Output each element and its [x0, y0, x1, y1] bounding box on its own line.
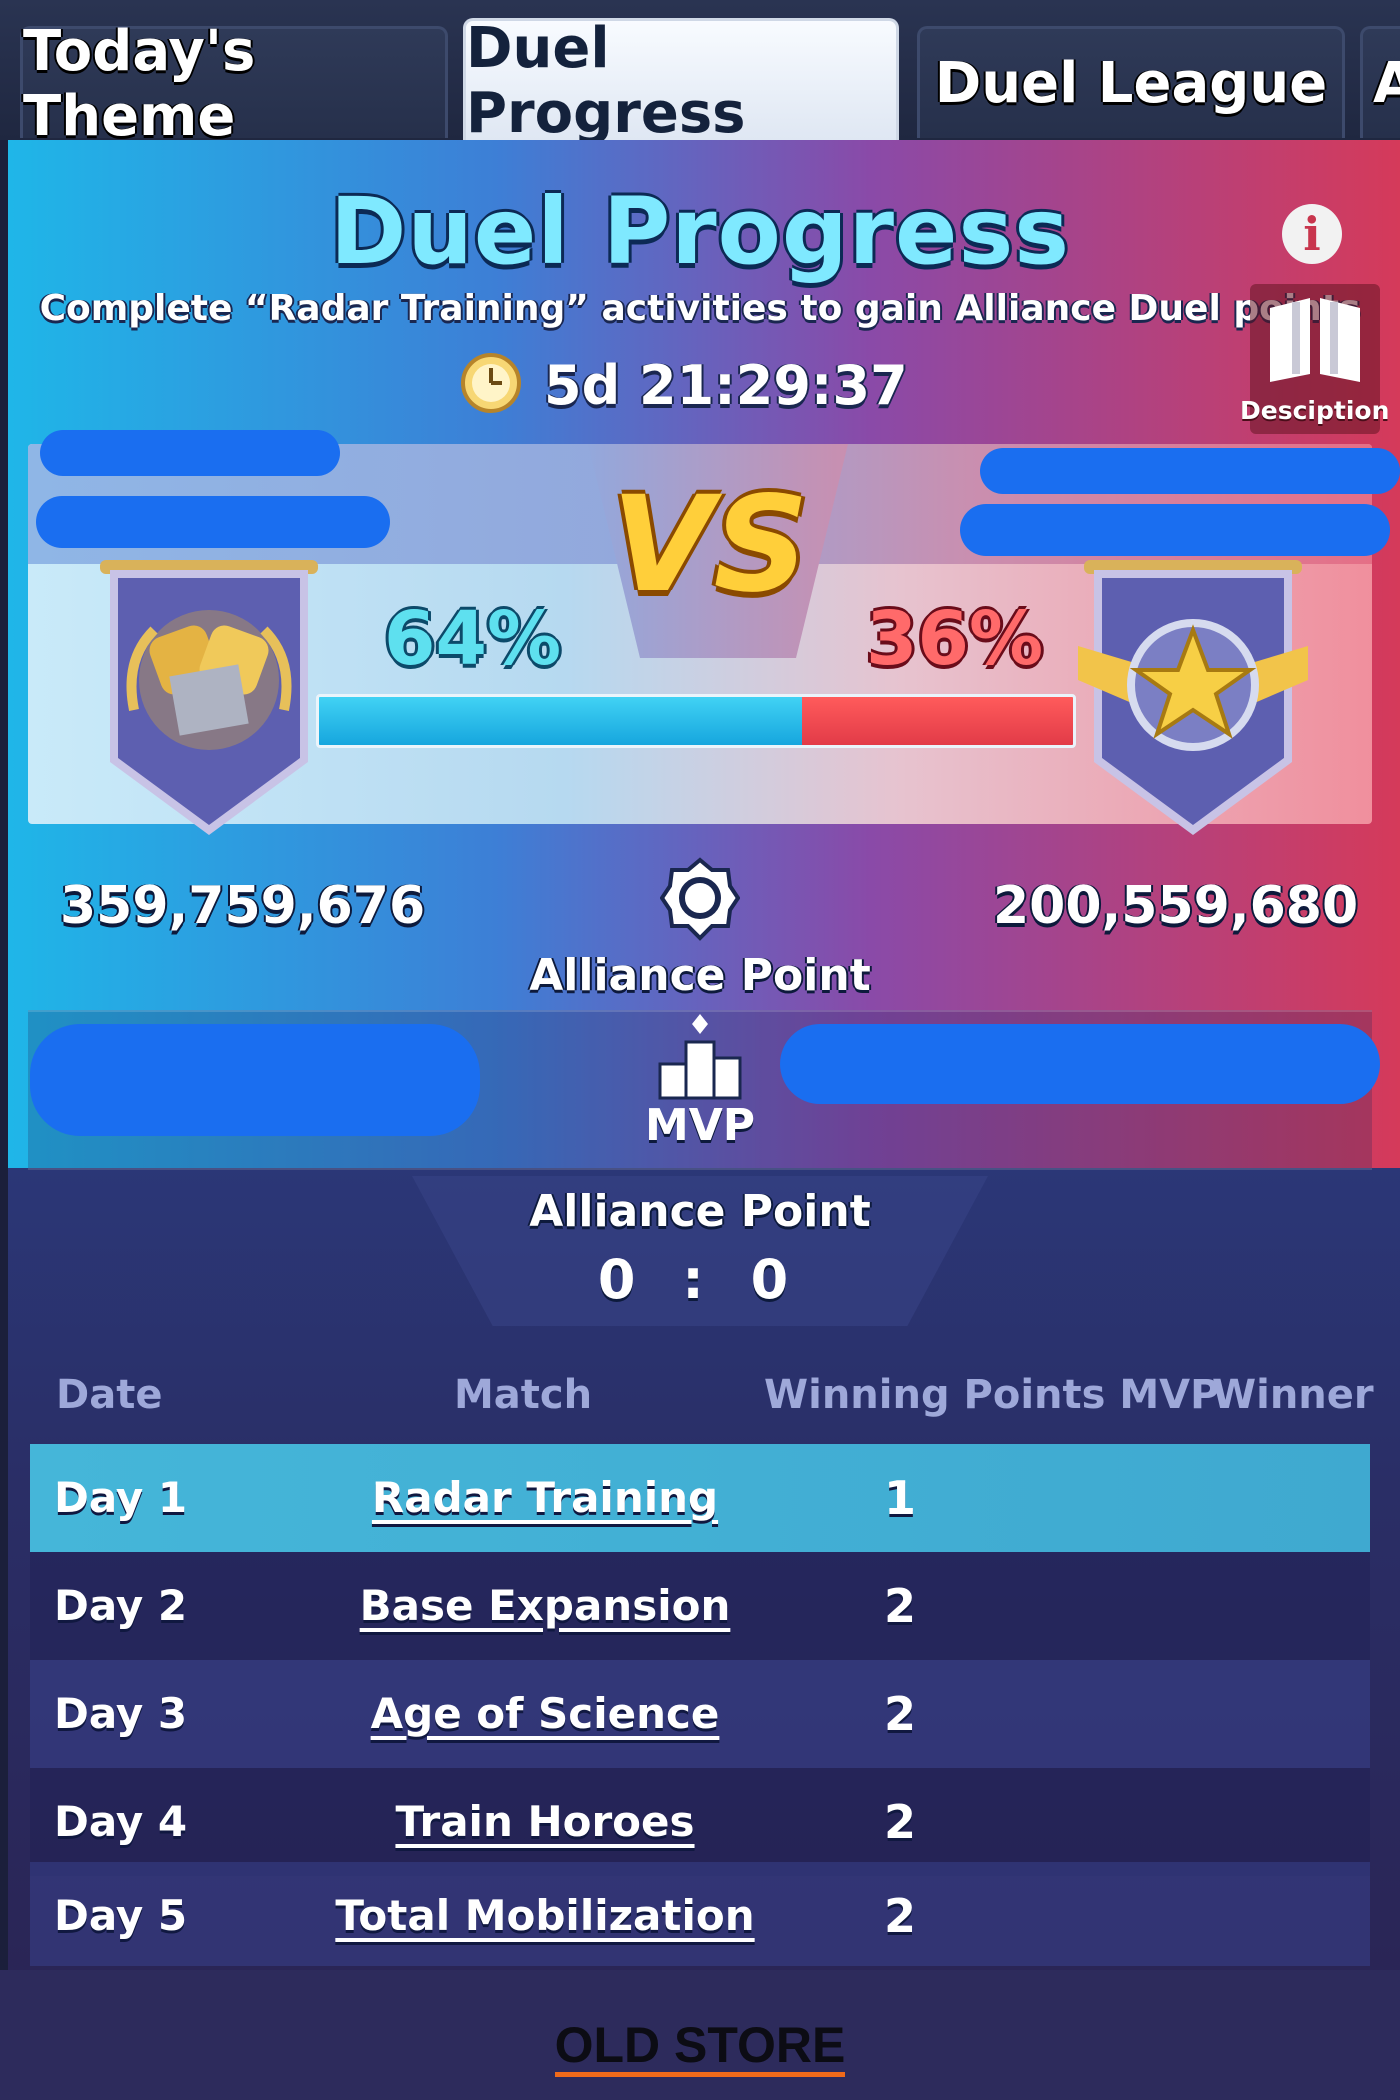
row-date: Day 5	[54, 1891, 188, 1940]
old-store-underline	[555, 2072, 845, 2077]
row-match-link[interactable]: Base Expansion	[330, 1552, 760, 1660]
row-points: 2	[883, 1687, 916, 1741]
description-label[interactable]: Desciption	[1240, 396, 1389, 425]
score-label: Alliance Point	[529, 1186, 871, 1237]
row-date: Day 3	[54, 1689, 188, 1738]
left-percent: 64%	[384, 596, 562, 682]
table-row: Day 1 Radar Training 1	[30, 1444, 1370, 1552]
row-points: 2	[883, 1579, 916, 1633]
tab-duel-progress[interactable]: Duel Progress	[463, 16, 899, 146]
tab-bar: Today's Theme Duel Progress Duel League …	[0, 0, 1400, 158]
redacted-mvp-right	[780, 1024, 1380, 1104]
page-title: Duel Progress	[330, 178, 1070, 285]
podium-icon	[654, 1012, 746, 1106]
vs-label: VS	[611, 468, 809, 622]
row-match-link[interactable]: Total Mobilization	[330, 1862, 760, 1970]
progress-fill-right	[801, 697, 1073, 745]
row-match-link[interactable]: Age of Science	[330, 1660, 760, 1768]
right-points: 200,559,680	[993, 876, 1359, 936]
row-points: 1	[883, 1471, 916, 1525]
row-date: Day 1	[54, 1473, 188, 1522]
redacted-name-left	[40, 430, 340, 476]
header-winning-points-mvp: Winning Points MVP	[764, 1372, 1220, 1418]
countdown-timer: 5d 21:29:37	[460, 350, 908, 420]
score-value: 0 : 0	[597, 1248, 803, 1311]
old-store-link[interactable]: OLD STORE	[0, 2016, 1400, 2074]
clock-icon	[460, 352, 522, 418]
row-date: Day 4	[54, 1797, 188, 1846]
header-date: Date	[56, 1372, 163, 1418]
alliance-banner-right	[1058, 560, 1328, 840]
row-match-link[interactable]: Radar Training	[330, 1444, 760, 1552]
mvp-label: MVP	[644, 1100, 756, 1151]
row-match-link[interactable]: Train Horoes	[330, 1768, 760, 1876]
right-percent: 36%	[866, 596, 1044, 682]
redacted-name-right-2	[960, 504, 1390, 556]
table-row: Day 4 Train Horoes 2	[30, 1768, 1370, 1876]
table-row: Day 5 Total Mobilization 2	[30, 1862, 1370, 1966]
header-match: Match	[454, 1372, 593, 1418]
alliance-banner-left	[94, 560, 324, 840]
book-icon	[1270, 298, 1360, 382]
info-icon[interactable]: i	[1282, 204, 1342, 264]
progress-fill-left	[319, 697, 802, 745]
tab-duel-league[interactable]: Duel League	[917, 26, 1345, 138]
header-winner: Winner	[1212, 1372, 1374, 1418]
tab-partial[interactable]: A	[1360, 26, 1400, 138]
row-points: 2	[883, 1795, 916, 1849]
duel-progress-bar	[316, 694, 1076, 748]
row-points: 2	[883, 1889, 916, 1943]
page-subtitle: Complete “Radar Training” activities to …	[39, 288, 1361, 329]
left-points: 359,759,676	[60, 876, 426, 936]
row-date: Day 2	[54, 1581, 188, 1630]
badge-icon	[659, 856, 741, 950]
alliance-point-label: Alliance Point	[529, 950, 871, 1001]
table-row: Day 3 Age of Science 2	[30, 1660, 1370, 1768]
table-row: Day 2 Base Expansion 2	[30, 1552, 1370, 1660]
redacted-name-left-2	[36, 496, 390, 548]
timer-text: 5d 21:29:37	[544, 353, 908, 417]
tab-todays-theme[interactable]: Today's Theme	[20, 19, 448, 149]
redacted-name-right	[980, 448, 1400, 494]
